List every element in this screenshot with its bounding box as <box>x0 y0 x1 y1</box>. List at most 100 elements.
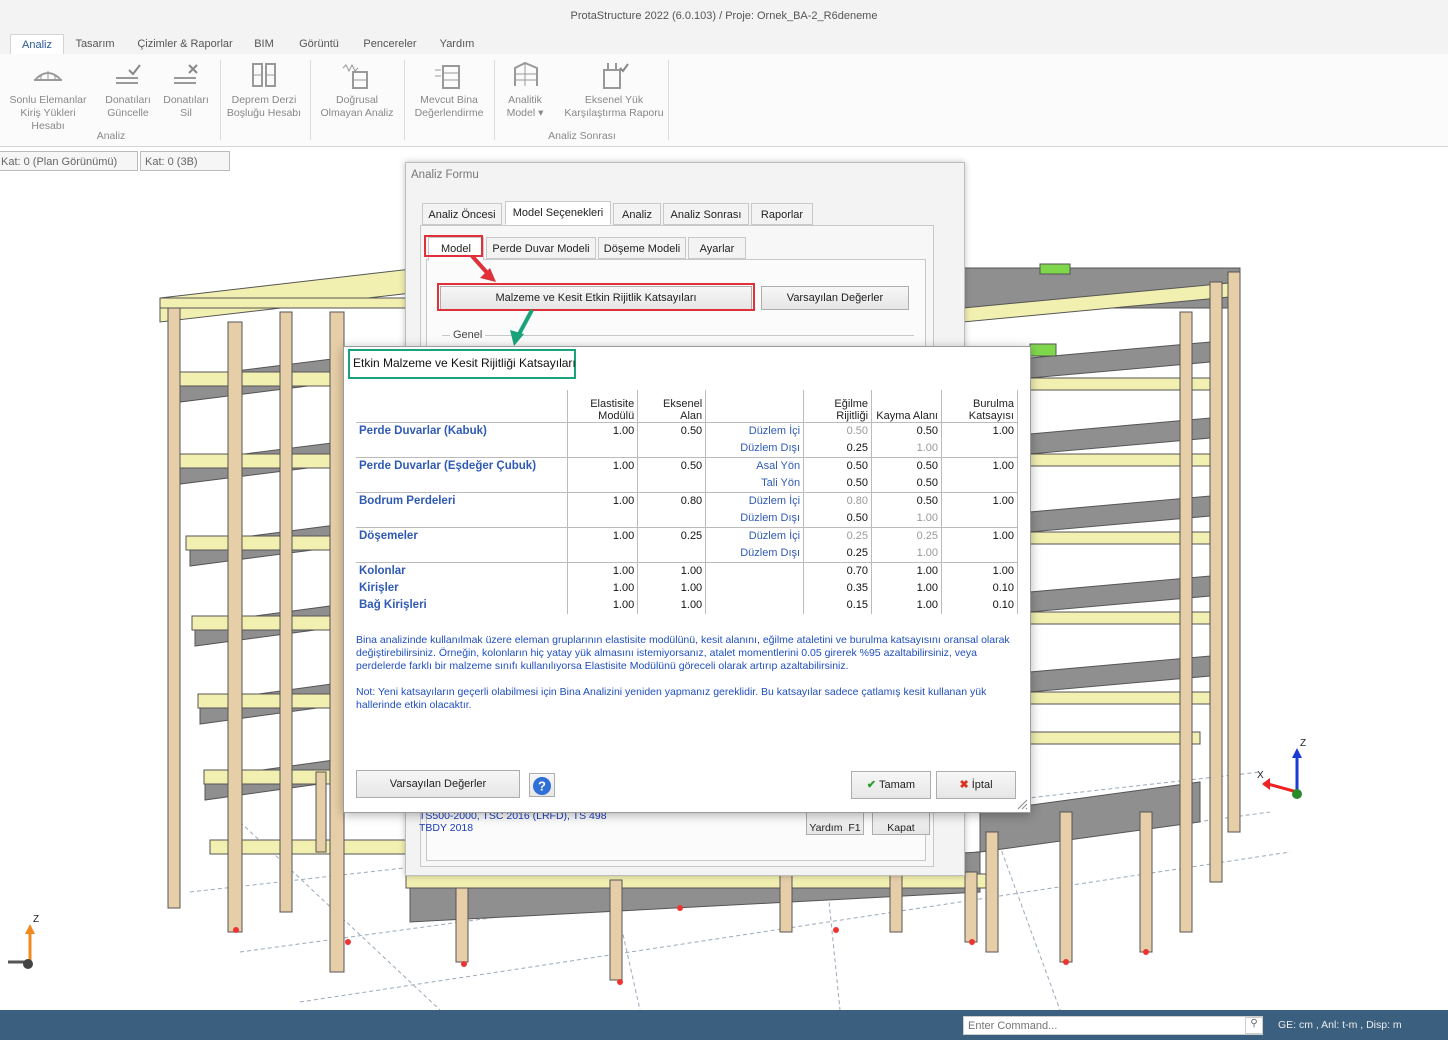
axial-load-report-button[interactable]: Eksenel Yük Karşılaştırma Raporu <box>560 60 668 120</box>
table-row: Düzlem Dışı 0.25 1.00 <box>356 439 1018 458</box>
group-name: Döşemeler <box>356 527 569 545</box>
direction-label: Düzlem İçi <box>705 492 805 510</box>
button-label: Karşılaştırma Raporu <box>564 107 664 119</box>
button-label: Eksenel Yük <box>584 94 644 106</box>
cancel-button[interactable]: ✖ İptal <box>936 771 1016 799</box>
elastisite-value: 1.00 <box>567 492 639 510</box>
search-icon[interactable]: ⚲ <box>1245 1017 1263 1034</box>
direction-label <box>705 596 805 614</box>
ribbon-separator <box>494 60 495 140</box>
egilme-value: 0.70 <box>803 562 873 580</box>
tab-cizimler-raporlar[interactable]: Çizimler & Raporlar <box>130 34 240 54</box>
axis-gizmo-right <box>1262 748 1302 799</box>
tab-bim[interactable]: BIM <box>246 34 282 54</box>
direction-label: Tali Yön <box>705 474 805 493</box>
existing-building-button[interactable]: Mevcut Bina Değerlendirme <box>408 60 490 120</box>
coefficients-body: Perde Duvarlar (Kabuk) 1.00 0.50 Düzlem İçi… <box>356 422 1018 614</box>
group-name: Perde Duvarlar (Kabuk) <box>356 422 569 440</box>
resize-grip-icon[interactable] <box>1016 798 1028 810</box>
axis-z-label-left: Z <box>33 914 39 925</box>
annotation-arrows <box>470 254 534 346</box>
button-label: Güncelle <box>107 107 149 119</box>
button-label: Analitik <box>508 94 542 106</box>
tab-analiz-sonrasi[interactable]: Analiz Sonrası <box>663 203 749 225</box>
button-label: Değerlendirme <box>414 107 484 119</box>
design-codes: TS500-2000, TSC 2016 (LRFD), TS 498 TBDY… <box>419 810 607 834</box>
default-values-button[interactable]: Varsayılan Değerler <box>356 770 520 798</box>
direction-label <box>705 562 805 580</box>
coefficients-table: Elastisite Modülü Eksenel Alan Eğilme Ri… <box>356 390 1018 614</box>
update-rebar-button[interactable]: Donatıları Güncelle <box>100 60 156 120</box>
button-label: Sil <box>180 107 192 119</box>
tab-analiz[interactable]: Analiz <box>10 34 64 55</box>
eksenel-value: 0.50 <box>637 422 707 440</box>
header-group <box>356 390 569 423</box>
group-name <box>356 439 569 458</box>
burulma-value: 1.00 <box>941 457 1018 475</box>
nonlinear-analysis-button[interactable]: Doğrusal Olmayan Analiz <box>316 60 398 120</box>
fe-beam-loads-button[interactable]: Sonlu Elemanlar Kiriş Yükleri Hesabı <box>4 60 92 133</box>
tab-yardim[interactable]: Yardım <box>432 34 482 54</box>
direction-label: Düzlem İçi <box>705 422 805 440</box>
cancel-label: İptal <box>971 779 993 791</box>
view-tab-3d[interactable]: Kat: 0 (3B) <box>140 151 230 171</box>
window-title: ProtaStructure 2022 (6.0.103) / Proje: O… <box>570 10 878 22</box>
egilme-value: 0.35 <box>803 579 873 597</box>
subtab-doseme-modeli[interactable]: Döşeme Modeli <box>598 237 686 259</box>
elastisite-value: 1.00 <box>567 562 639 580</box>
analytic-model-icon <box>514 61 538 86</box>
egilme-value: 0.25 <box>803 439 873 458</box>
eksenel-value <box>637 509 707 528</box>
elastisite-value: 1.00 <box>567 422 639 440</box>
warning-note: Not: Yeni katsayıların geçerli olabilmes… <box>356 686 987 711</box>
help-button[interactable]: ? <box>529 773 555 797</box>
direction-label <box>705 579 805 597</box>
building-eval-icon <box>435 65 460 89</box>
burulma-value <box>941 474 1018 493</box>
table-row: Perde Duvarlar (Eşdeğer Çubuk) 1.00 0.50 As… <box>356 457 1018 475</box>
kayma-value: 0.50 <box>871 422 942 440</box>
burulma-value <box>941 439 1018 458</box>
analytic-model-button[interactable]: Analitik Model ▾ <box>498 60 552 120</box>
tab-tasarim[interactable]: Tasarım <box>68 34 122 54</box>
default-values-button[interactable]: Varsayılan Değerler <box>761 286 909 310</box>
egilme-value: 0.15 <box>803 596 873 614</box>
help-icon: ? <box>533 777 551 795</box>
ok-button[interactable]: ✔ Tamam <box>851 771 931 799</box>
subtab-ayarlar[interactable]: Ayarlar <box>688 237 746 259</box>
building-gap-icon <box>252 63 276 87</box>
button-label: Kiriş Yükleri Hesabı <box>20 107 76 132</box>
egilme-value: 0.80 <box>803 492 873 510</box>
tab-model-secenekleri[interactable]: Model Seçenekleri <box>505 201 611 225</box>
group-name: Kolonlar <box>356 562 569 580</box>
tab-raporlar[interactable]: Raporlar <box>751 203 813 225</box>
table-row: Kirişler 1.00 1.00 0.35 1.00 0.10 <box>356 579 1018 597</box>
kayma-value: 1.00 <box>871 579 942 597</box>
kayma-value: 0.50 <box>871 457 942 475</box>
tab-analiz-oncesi[interactable]: Analiz Öncesi <box>422 203 502 225</box>
button-label: Sonlu Elemanlar <box>9 94 87 106</box>
axis-x-label: X <box>1257 770 1264 781</box>
tab-analiz[interactable]: Analiz <box>613 203 661 225</box>
tab-pencereler[interactable]: Pencereler <box>356 34 424 54</box>
kayma-value: 1.00 <box>871 509 942 528</box>
view-tab-plan[interactable]: Kat: 0 (Plan Görünümü) <box>0 151 138 171</box>
help-key: F1 <box>848 822 861 834</box>
button-label: Boşluğu Hesabı <box>226 107 302 119</box>
button-label: Deprem Derzi <box>231 94 297 106</box>
design-codes-line2: TBDY 2018 <box>419 822 474 834</box>
command-input[interactable] <box>963 1016 1263 1035</box>
seismic-gap-button[interactable]: Deprem Derzi Boşluğu Hesabı <box>224 60 304 120</box>
tab-goruntu[interactable]: Görüntü <box>290 34 348 54</box>
direction-label: Düzlem Dışı <box>705 439 805 458</box>
burulma-value: 1.00 <box>941 492 1018 510</box>
svg-text:?: ? <box>538 779 546 794</box>
axis-z-label: Z <box>1300 738 1306 749</box>
group-name: Perde Duvarlar (Eşdeğer Çubuk) <box>356 457 569 475</box>
kayma-value: 1.00 <box>871 596 942 614</box>
ribbon: Sonlu Elemanlar Kiriş Yükleri Hesabı Don… <box>0 54 1448 147</box>
kayma-value: 1.00 <box>871 562 942 580</box>
header-burulma: Burulma Katsayısı <box>941 390 1018 423</box>
burulma-value: 1.00 <box>941 422 1018 440</box>
delete-rebar-button[interactable]: Donatıları Sil <box>158 60 214 120</box>
